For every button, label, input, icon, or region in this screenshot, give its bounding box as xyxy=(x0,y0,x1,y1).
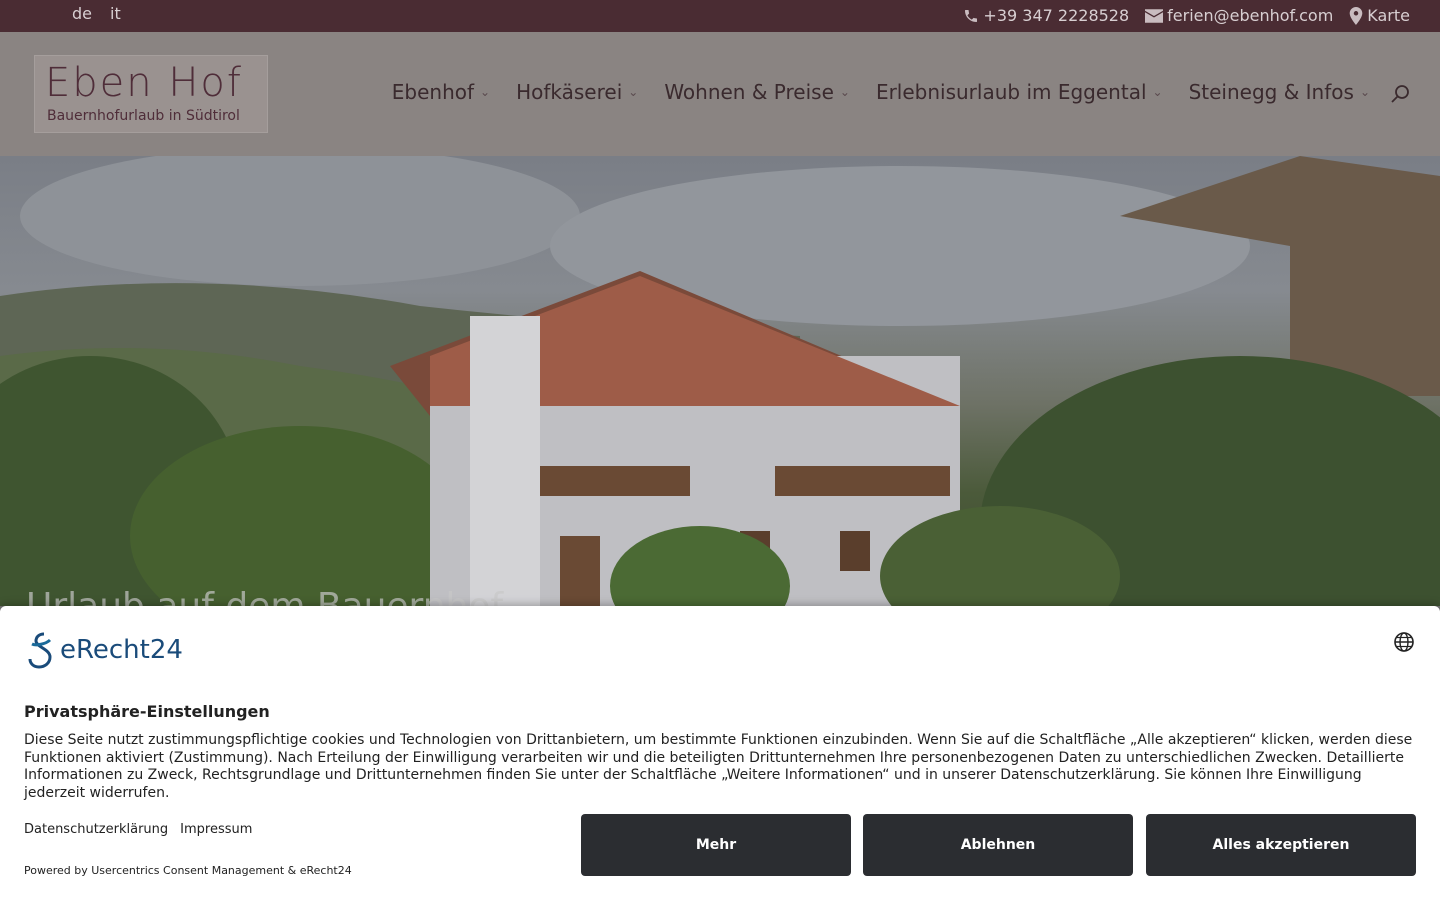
nav-item-wohnen-preise[interactable]: Wohnen & Preise ⌄ xyxy=(664,80,850,104)
powered-by-text: Powered by Usercentrics Consent Manageme… xyxy=(24,864,352,877)
map-text: Karte xyxy=(1367,6,1410,25)
erecht24-brand-text: eRecht24 xyxy=(60,635,183,665)
imprint-link[interactable]: Impressum xyxy=(180,822,252,837)
consent-links: Datenschutzerklärung Impressum xyxy=(24,822,252,837)
cookie-consent-banner: eRecht24 Privatsphäre-Einstellungen Dies… xyxy=(0,606,1440,900)
nav-label: Ebenhof xyxy=(391,80,475,104)
phone-text: +39 347 2228528 xyxy=(983,6,1130,25)
search-icon[interactable] xyxy=(1390,84,1410,104)
site-header: Eben Hof Bauernhofurlaub in Südtirol Ebe… xyxy=(0,32,1440,157)
nav-item-hofkaeserei[interactable]: Hofkäserei ⌄ xyxy=(516,80,638,104)
main-nav: Ebenhof ⌄ Hofkäserei ⌄ Wohnen & Preise ⌄ Er… xyxy=(392,80,1370,104)
nav-item-ebenhof[interactable]: Ebenhof ⌄ xyxy=(392,80,490,104)
more-button[interactable]: Mehr xyxy=(581,814,851,876)
nav-label: Erlebnisurlaub im Eggental xyxy=(875,80,1147,104)
chevron-down-icon: ⌄ xyxy=(839,85,850,99)
nav-label: Steinegg & Infos xyxy=(1188,80,1354,104)
globe-icon[interactable] xyxy=(1394,632,1414,652)
privacy-policy-link[interactable]: Datenschutzerklärung xyxy=(24,822,168,837)
nav-label: Hofkäserei xyxy=(516,80,623,104)
nav-item-steinegg-infos[interactable]: Steinegg & Infos ⌄ xyxy=(1189,80,1370,104)
chevron-down-icon: ⌄ xyxy=(628,85,639,99)
lang-de-link[interactable]: de xyxy=(72,4,92,23)
phone-link[interactable]: +39 347 2228528 xyxy=(963,6,1129,25)
lang-it-link[interactable]: it xyxy=(110,4,121,23)
logo-title: Eben Hof xyxy=(45,60,243,106)
email-link[interactable]: ferien@ebenhof.com xyxy=(1145,6,1333,25)
consent-description: Diese Seite nutzt zustimmungspflichtige … xyxy=(24,732,1413,801)
chevron-down-icon: ⌄ xyxy=(480,85,491,99)
map-link[interactable]: Karte xyxy=(1349,6,1410,25)
site-logo[interactable]: Eben Hof Bauernhofurlaub in Südtirol xyxy=(34,55,268,133)
decline-button[interactable]: Ablehnen xyxy=(863,814,1133,876)
logo-subtitle: Bauernhofurlaub in Südtirol xyxy=(47,108,240,124)
top-bar: de it +39 347 2228528 ferien@ebenhof.com… xyxy=(0,0,1440,32)
map-pin-icon xyxy=(1349,6,1363,25)
chevron-down-icon: ⌄ xyxy=(1152,85,1163,99)
mail-icon xyxy=(1145,8,1164,23)
hero-image: Urlaub auf dem Bauernhof xyxy=(0,156,1440,606)
consent-title: Privatsphäre-Einstellungen xyxy=(24,702,270,721)
phone-icon xyxy=(965,9,978,22)
accept-all-button[interactable]: Alles akzeptieren xyxy=(1146,814,1416,876)
erecht24-logo-icon xyxy=(28,632,52,669)
chevron-down-icon: ⌄ xyxy=(1359,85,1370,99)
contact-info: +39 347 2228528 ferien@ebenhof.com Karte xyxy=(963,6,1410,25)
nav-item-erlebnisurlaub[interactable]: Erlebnisurlaub im Eggental ⌄ xyxy=(876,80,1163,104)
email-text: ferien@ebenhof.com xyxy=(1167,6,1334,25)
hero-title: Urlaub auf dem Bauernhof xyxy=(26,586,503,606)
erecht24-logo: eRecht24 xyxy=(24,630,183,670)
nav-label: Wohnen & Preise xyxy=(664,80,834,104)
hero-farmhouse-illustration xyxy=(0,156,1440,606)
